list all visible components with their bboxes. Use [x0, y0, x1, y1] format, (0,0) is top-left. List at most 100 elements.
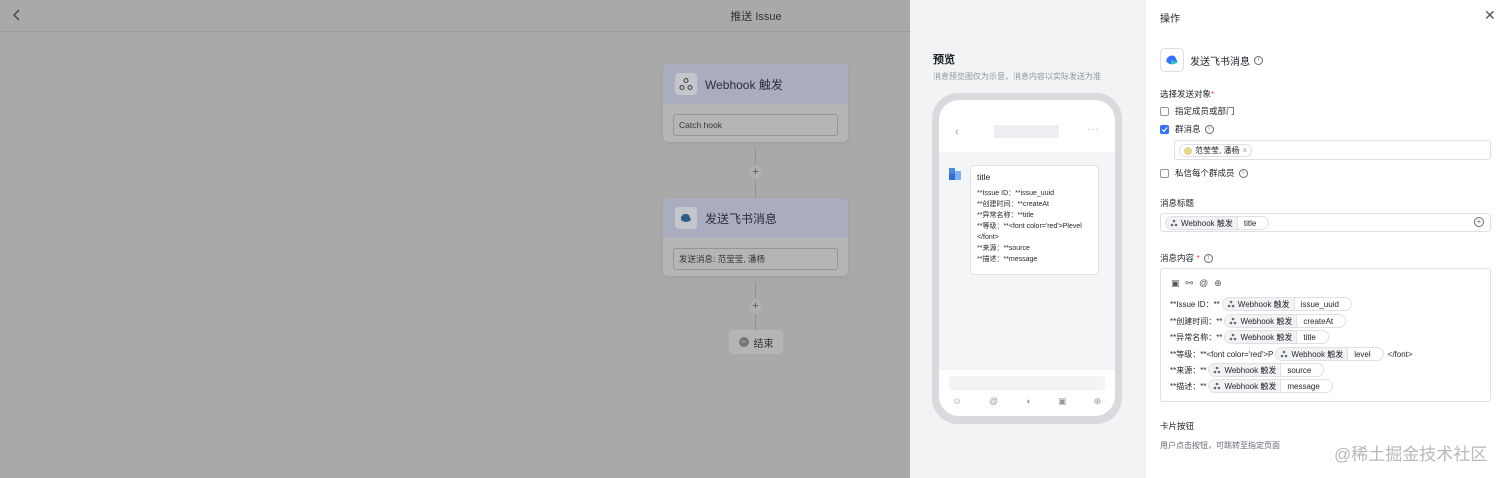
webhook-trigger-node[interactable]: Webhook 触发 Catch hook [663, 64, 848, 142]
app-name: 发送飞书消息 [1190, 56, 1250, 68]
close-icon[interactable]: ✕ [1484, 7, 1496, 24]
checkbox[interactable] [1160, 106, 1169, 116]
preview-panel: 预览 消息预览图仅为示意，消息内容以实际发送为准 ‹ ··· title **I… [910, 0, 1146, 478]
webhook-icon [1230, 333, 1237, 341]
voice-icon: ◖ [1025, 396, 1031, 406]
node-summary-field: Catch hook [673, 114, 838, 136]
image-icon: ▣ [1058, 396, 1067, 406]
mention-icon: @ [989, 396, 999, 406]
variable-chip[interactable]: Webhook 触发 title [1224, 330, 1329, 344]
feishu-icon [1160, 48, 1184, 72]
add-variable-icon[interactable]: ⊕ [1214, 278, 1222, 289]
option-label: 群消息 [1175, 124, 1201, 134]
option-label: 私信每个群成员 [1175, 168, 1235, 178]
flow-canvas: Webhook 触发 Catch hook + 发送飞书消息 发送消息: 范莹莹… [0, 0, 910, 478]
webhook-icon [1227, 300, 1235, 308]
message-line: **等级：**<font color='red'>Plevel [977, 223, 1082, 230]
checkbox[interactable] [1160, 168, 1169, 178]
webhook-icon [1214, 366, 1221, 374]
message-content-label: 消息内容 * i [1160, 252, 1213, 264]
variable-chip[interactable]: Webhook 触发 createAt [1224, 314, 1347, 328]
variable-chip[interactable]: Webhook 触发 message [1208, 379, 1333, 393]
message-line: **Issue ID：**issue_uuid [977, 190, 1055, 197]
selected-group-tag[interactable]: 范莹莹, 潘杨 × [1179, 144, 1253, 157]
option-dm-each-member[interactable]: 私信每个群成员 i [1160, 167, 1248, 179]
add-step-button[interactable]: + [749, 166, 762, 179]
more-icon: ··· [1087, 124, 1100, 135]
connector-line [755, 314, 756, 330]
chat-area: title **Issue ID：**issue_uuid **创建时间：**c… [939, 152, 1115, 370]
chevron-left-icon: ‹ [955, 126, 959, 138]
mention-icon[interactable]: @ [1199, 278, 1208, 289]
chat-toolbar: ☺ @ ◖ ▣ ⊕ [939, 396, 1115, 407]
chat-title-placeholder [994, 125, 1059, 138]
message-line: **异常名称：**title [977, 212, 1034, 219]
webhook-icon [1214, 382, 1221, 390]
content-line: **异常名称：** Webhook 触发 title [1170, 330, 1329, 344]
variable-chip[interactable]: Webhook 触发 source [1208, 363, 1325, 377]
end-icon: – [738, 337, 749, 347]
group-select-input[interactable]: 范莹莹, 潘杨 × [1174, 140, 1491, 160]
webhook-icon [1230, 317, 1237, 325]
message-line: **创建时间：**createAt [977, 201, 1049, 208]
image-icon[interactable]: ▣ [1171, 278, 1180, 289]
card-button-description: 用户点击按钮，可跳转至指定页面 [1160, 441, 1280, 450]
add-icon: ⊕ [1093, 396, 1102, 406]
end-label: 结束 [753, 338, 774, 350]
option-label: 指定成员或部门 [1175, 106, 1235, 116]
add-variable-icon[interactable]: + [1474, 217, 1484, 227]
message-title: title [977, 172, 991, 182]
end-node[interactable]: – 结束 [729, 330, 783, 354]
remove-tag-icon[interactable]: × [1242, 146, 1247, 155]
message-card: title **Issue ID：**issue_uuid **创建时间：**c… [970, 165, 1099, 275]
content-line: **Issue ID：** Webhook 触发 issue_uuid [1170, 297, 1352, 311]
app-header: 发送飞书消息 i [1160, 48, 1263, 72]
card-button-label: 卡片按钮 [1160, 421, 1195, 431]
target-label: 选择发送对象* [1160, 89, 1215, 99]
emoji-icon: ☺ [952, 396, 962, 406]
connector-line [755, 282, 756, 298]
phone-mockup: ‹ ··· title **Issue ID：**issue_uuid **创建… [932, 93, 1122, 424]
message-line: </font> [977, 234, 999, 241]
content-line: **创建时间：** Webhook 触发 createAt [1170, 314, 1347, 328]
group-avatar [1184, 146, 1192, 155]
add-step-button[interactable]: + [749, 300, 762, 313]
content-line: **来源：** Webhook 触发 source [1170, 363, 1325, 377]
info-icon[interactable]: i [1204, 124, 1214, 134]
feishu-message-node[interactable]: 发送飞书消息 发送消息: 范莹莹, 潘杨 [663, 198, 848, 276]
panel-title: 操作 [1160, 14, 1180, 25]
checkbox-checked[interactable] [1160, 124, 1169, 134]
info-icon: i [1203, 254, 1213, 264]
bot-avatar-icon [949, 168, 961, 180]
message-content-editor[interactable]: ▣ ⚯ @ ⊕ **Issue ID：** Webhook 触发 issue_uu… [1160, 268, 1491, 402]
chat-input-placeholder [949, 376, 1105, 390]
message-title-label: 消息标题 [1160, 198, 1195, 208]
action-panel: 操作 ✕ 发送飞书消息 i 选择发送对象* 指定成员或部门 群消息 i 范莹莹,… [1146, 0, 1512, 478]
message-title-input[interactable]: Webhook 触发 title + [1160, 213, 1491, 232]
phone-screen: ‹ ··· title **Issue ID：**issue_uuid **创建… [939, 100, 1115, 416]
node-title: Webhook 触发 [705, 77, 783, 92]
variable-chip[interactable]: Webhook 触发 level [1275, 347, 1384, 361]
message-line: **描述：**message [977, 256, 1038, 263]
option-group-message[interactable]: 群消息 i [1160, 123, 1214, 135]
webhook-icon [675, 73, 697, 95]
connector-line [755, 180, 756, 198]
connector-line [755, 148, 756, 164]
option-specific-members[interactable]: 指定成员或部门 [1160, 105, 1235, 117]
content-line: **描述：** Webhook 触发 message [1170, 379, 1333, 393]
variable-chip[interactable]: Webhook 触发 title [1165, 216, 1270, 230]
variable-chip[interactable]: Webhook 触发 issue_uuid [1221, 297, 1352, 311]
watermark: @稀土掘金技术社区 [1334, 445, 1488, 464]
content-line: **等级：**<font color='red'>P Webhook 触发 lev… [1170, 347, 1413, 361]
feishu-icon [675, 207, 697, 229]
preview-subtitle: 消息预览图仅为示意，消息内容以实际发送为准 [933, 72, 1101, 81]
webhook-icon [1170, 219, 1178, 227]
preview-title: 预览 [933, 54, 955, 66]
info-icon[interactable]: i [1238, 168, 1248, 178]
webhook-icon [1281, 350, 1288, 358]
node-summary-field: 发送消息: 范莹莹, 潘杨 [673, 248, 838, 270]
info-icon[interactable]: i [1254, 55, 1263, 65]
editor-toolbar: ▣ ⚯ @ ⊕ [1171, 278, 1222, 289]
message-line: **来源：**source [977, 245, 1030, 252]
link-icon[interactable]: ⚯ [1186, 278, 1194, 289]
